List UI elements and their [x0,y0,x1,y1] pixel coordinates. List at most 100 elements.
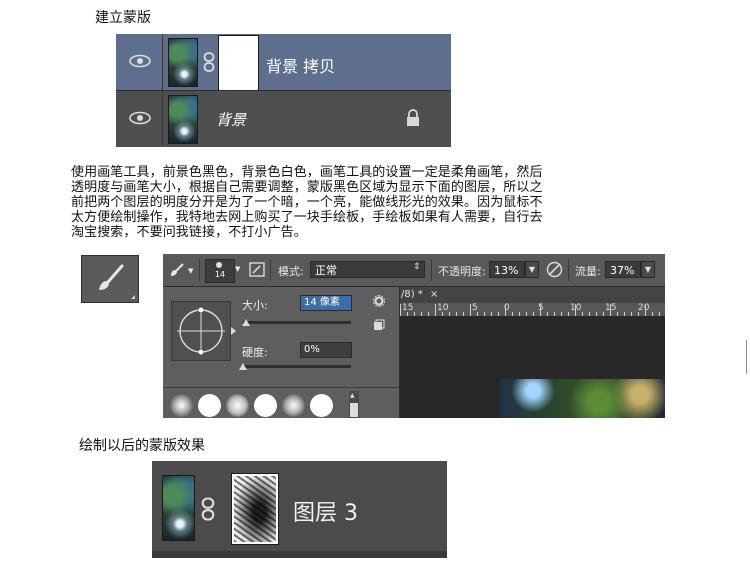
ruler-tick [456,312,457,316]
separator [568,259,569,281]
scroll-up-icon[interactable]: ▲ [350,392,355,399]
layer-thumbnail[interactable] [168,38,198,87]
ruler-tick [582,312,583,316]
brush-panel-toggle-icon[interactable] [249,262,265,277]
brush-icon [99,264,124,290]
ruler-tick [561,312,562,316]
layer-name-background[interactable]: 背景 [216,109,246,130]
ruler-tick [589,312,590,316]
updown-arrow-icon: ⇕ [413,262,421,272]
brush-tool-button[interactable] [81,255,139,303]
brush-preset-soft[interactable] [226,394,249,417]
document-tab[interactable]: /8) * × [400,287,665,303]
gear-icon[interactable] [373,295,385,307]
scroll-thumb[interactable] [350,403,358,417]
layer-name-layer3[interactable]: 图层 3 [293,495,358,527]
new-preset-icon[interactable] [373,319,385,331]
layer-name-background-copy[interactable]: 背景 拷贝 [266,53,335,77]
layers-panel-bottom: 图层 3 [152,461,447,558]
ruler-tick [477,312,478,316]
link-icon[interactable] [201,497,215,521]
layer-thumbnail[interactable] [162,475,195,541]
horizontal-ruler[interactable]: 15 10 5 0 5 10 15 20 [400,303,665,317]
opacity-label: 不透明度: [438,265,486,278]
layer-row-layer3[interactable]: 图层 3 [152,461,447,551]
canvas-area[interactable] [400,317,665,418]
brush-tip-dot [216,262,222,268]
ruler-label: 20 [638,303,650,313]
paragraph-line: 使用画笔工具，前景色黑色，背景色白色，画笔工具的设置一定是柔角画笔，然后 [71,165,543,180]
dropdown-arrow-icon[interactable]: ▼ [235,265,240,273]
brush-angle-preview[interactable] [171,301,231,361]
ruler-tick [547,312,548,316]
ruler-tick [638,312,639,316]
brush-preset-soft[interactable] [170,394,193,417]
hardness-slider-handle[interactable] [239,363,247,370]
paragraph-line: 前把两个图层的明度分开是为了一个暗，一个亮，能做线形光的效果。因为鼠标不 [71,195,543,210]
layer-thumbnail[interactable] [168,95,198,144]
canvas-photo[interactable] [500,379,665,418]
ruler-tick [596,312,597,316]
brush-preset-hard[interactable] [254,394,277,417]
brush-preset-hard[interactable] [198,394,221,417]
brush-options-bar: ▼ 14 ▼ 模式: 正常 ⇕ 不透明度: 13% ▼ 流量: 37% ▼ [163,254,665,287]
ruler-tick [428,312,429,316]
ruler-tick [575,304,576,316]
visibility-toggle[interactable] [116,34,163,90]
ruler-tick [484,312,485,316]
hardness-label: 硬度: [242,346,268,359]
hardness-slider-track[interactable] [243,365,351,368]
brush-size-picker-button[interactable]: 14 [205,259,235,283]
size-slider-track[interactable] [243,321,351,324]
paragraph-line: 太方便绘制操作，我特地去网上购买了一块手绘板，手绘板如果有人需要，自行去 [71,210,543,225]
page-edge-line [746,340,747,374]
ruler-tick [652,312,653,316]
size-input[interactable]: 14 像素 [300,295,352,311]
brush-preset-hard[interactable] [310,394,333,417]
pressure-opacity-icon[interactable] [546,261,563,278]
ruler-tick [470,304,471,316]
link-icon[interactable] [203,52,215,72]
ruler-tick [442,312,443,316]
ruler-tick [512,312,513,316]
submenu-corner-icon [131,295,135,299]
flow-label: 流量: [575,265,601,278]
ruler-tick [407,312,408,316]
layer-mask-thumbnail-white[interactable] [219,36,258,92]
ruler-tick [449,312,450,316]
layer-row-background[interactable]: 背景 [116,91,451,147]
visibility-toggle[interactable] [116,91,163,147]
ruler-tick [498,312,499,316]
brush-size-value: 14 [214,270,226,279]
ruler-tick [631,312,632,316]
size-slider-handle[interactable] [242,319,251,326]
paragraph-line: 淘宝搜索，不要问我链接，不打小广告。 [71,225,307,240]
brush-preset-soft[interactable] [282,394,305,417]
ruler-tick [568,312,569,316]
next-layer-row-edge [152,551,447,558]
separator [270,259,271,281]
flow-input[interactable]: 37% [605,261,641,278]
mode-select[interactable]: 正常 [310,261,425,278]
lock-icon [407,109,419,126]
layers-panel-top: 背景 拷贝 背景 [116,34,451,147]
close-tab-icon[interactable]: × [430,287,438,303]
ruler-tick [414,312,415,316]
brush-preset-picker: 大小: 14 像素 硬度: 0% ▲ [163,287,400,418]
opacity-input[interactable]: 13% [489,261,525,278]
hardness-input[interactable]: 0% [300,342,352,358]
angle-roundness-icon [177,307,225,355]
ruler-tick [554,312,555,316]
preset-scrollbar[interactable]: ▲ [349,391,359,418]
opacity-dropdown-button[interactable]: ▼ [525,261,539,278]
ruler-tick [505,304,506,316]
layer-row-background-copy[interactable]: 背景 拷贝 [116,34,451,92]
eye-icon [129,54,151,68]
layer-mask-thumbnail-painted[interactable] [232,474,278,544]
separator [199,259,200,281]
flow-dropdown-button[interactable]: ▼ [641,261,655,278]
brush-preset-icon[interactable] [169,262,185,278]
dropdown-arrow-icon[interactable]: ▼ [188,267,193,275]
angle-arrow-icon [231,327,236,335]
ruler-tick [463,312,464,316]
